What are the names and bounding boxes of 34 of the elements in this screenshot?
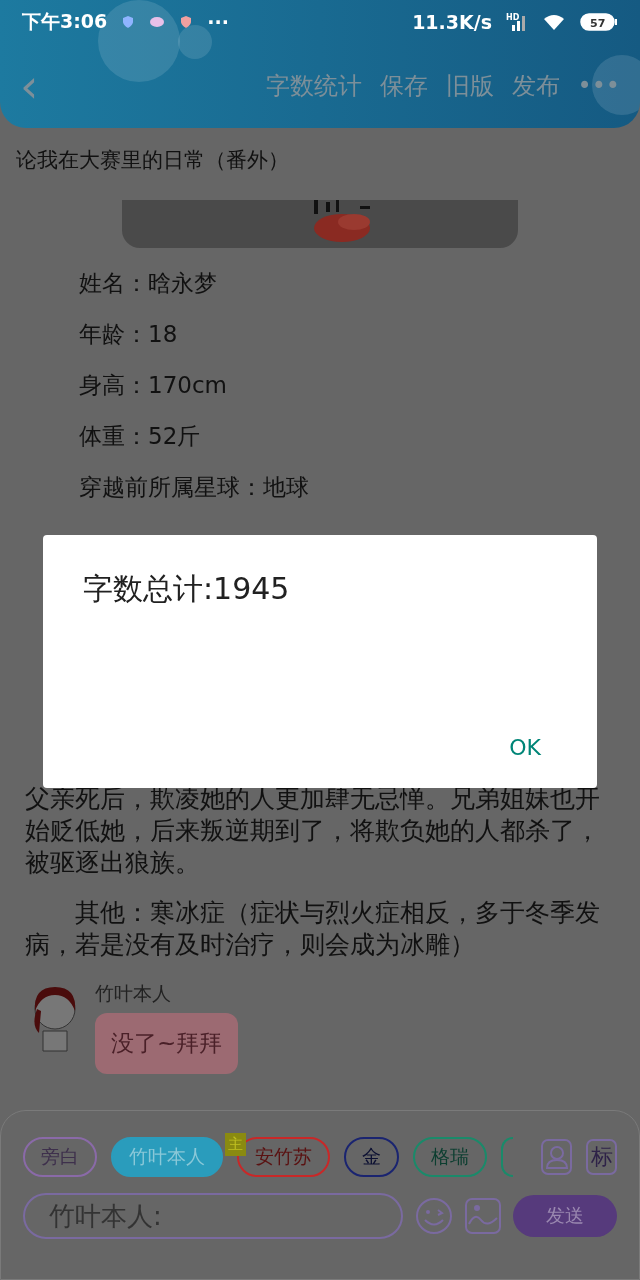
role-chip[interactable] (501, 1137, 514, 1177)
profile-line: 穿越前所属星球：地球 (78, 473, 310, 502)
more-notifications: ··· (207, 11, 229, 33)
role-chip[interactable]: 格瑞 (413, 1137, 487, 1177)
body-paragraph: 其他：寒冰症（症状与烈火症相反，多于冬季发病，若是没有及时治疗，则会成为冰雕） (25, 897, 601, 961)
send-button[interactable]: 发送 (513, 1195, 617, 1237)
role-chip[interactable]: 竹叶本人 (111, 1137, 223, 1177)
shield-icon (121, 15, 136, 29)
wifi-icon (542, 13, 566, 31)
message-bubble: 没了~拜拜 (95, 1013, 239, 1074)
header-action[interactable]: 保存 (379, 70, 428, 102)
role-chip[interactable]: 金 (344, 1137, 399, 1177)
profile-line: 年龄：18 (78, 320, 179, 349)
sender-name: 竹叶本人 (95, 981, 172, 1006)
header-action[interactable]: 发布 (511, 70, 560, 102)
mark-button[interactable]: 标 (586, 1139, 617, 1175)
back-button[interactable]: ‹ (20, 63, 39, 109)
person-icon[interactable] (541, 1139, 573, 1175)
image-icon[interactable] (465, 1198, 501, 1234)
shield-icon (179, 15, 194, 29)
header-action[interactable]: 字数统计 (265, 70, 362, 102)
document-title: 论我在大赛里的日常（番外） (15, 147, 290, 174)
emoji-icon[interactable] (415, 1197, 453, 1235)
header-action[interactable]: 旧版 (445, 70, 494, 102)
network-speed: 11.3K/s (412, 11, 492, 33)
more-button[interactable]: ••• (577, 72, 620, 100)
profile-line: 体重：52斤 (78, 422, 202, 451)
status-time: 下午3:06 (22, 9, 108, 34)
dialog-message: 字数总计:1945 (83, 570, 291, 608)
chat-icon (149, 16, 166, 28)
profile-line: 身高：170cm (78, 371, 228, 400)
battery-icon: 57 (580, 13, 618, 31)
ok-button[interactable]: OK (493, 731, 557, 764)
profile-line: 姓名：晗永梦 (78, 269, 218, 298)
